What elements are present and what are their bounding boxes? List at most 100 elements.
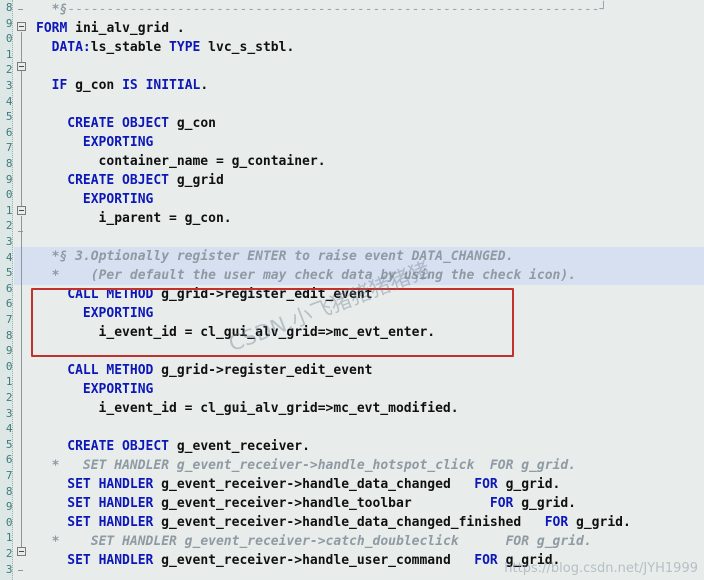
code-line[interactable]: SET HANDLER g_event_receiver->handle_use… [67,551,560,570]
code-token: g_event_receiver->handle_user_command [153,553,475,568]
line-number: 4 [5,251,12,264]
code-line[interactable]: SET HANDLER g_event_receiver->handle_too… [67,494,576,513]
code-line[interactable]: FORM ini_alv_grid . [36,19,185,38]
line-number: 3 [5,563,12,576]
code-line[interactable]: CREATE OBJECT g_con [67,114,216,133]
code-token: i_parent = g_con. [98,211,232,226]
code-token: g_event_receiver->handle_data_changed_fi… [153,515,545,530]
code-token: g_grid. [497,553,561,568]
code-token: INITIAL [145,78,201,93]
code-token: FORM [36,21,68,36]
code-line[interactable]: *§--------------------------------------… [52,0,608,19]
fold-toggle-if[interactable] [17,62,26,71]
line-number: 9 [5,501,12,514]
code-token: *§ [51,2,68,17]
fold-toggle-comment-block-2[interactable] [17,547,26,556]
line-number: 0 [5,189,12,202]
line-number: 5 [5,267,12,280]
line-number: 7 [5,314,12,326]
code-token: CREATE OBJECT [67,439,170,454]
code-token: EXPORTING [82,192,154,207]
line-number: 3 [5,80,12,92]
code-line[interactable]: SET HANDLER g_event_receiver->handle_dat… [67,475,560,494]
code-token: DATA: [51,40,91,55]
line-number: 6 [5,298,12,311]
line-number: 0 [5,360,12,373]
code-token: FOR [474,553,498,568]
fold-toggle-comment-block-1[interactable] [17,206,26,215]
line-number: 7 [5,142,12,155]
line-number: 0 [5,33,12,46]
code-line[interactable]: i_parent = g_con. [99,209,232,228]
code-token: g_con [67,78,123,93]
code-token: g_event_receiver->handle_data_changed [153,477,475,492]
code-token: g_event_receiver. [169,439,310,454]
code-line[interactable]: EXPORTING [83,380,153,399]
line-number: 8 [5,485,12,498]
code-token: FOR [489,496,514,511]
code-token: IS [122,78,138,93]
code-token: g_grid->register_edit_event [153,287,373,302]
code-line[interactable]: CREATE OBJECT g_grid [67,171,224,190]
code-line[interactable]: *§ 3.Optionally register ENTER to raise … [52,247,514,266]
code-token: lvc_s_stbl. [200,40,295,55]
code-token: i_event_id = cl_gui_alv_grid=>mc_evt_mod… [98,401,459,416]
line-number: 1 [5,376,12,389]
line-number: 5 [5,111,12,124]
code-token: SET HANDLER [67,477,154,492]
line-number: 7 [5,470,12,482]
code-content-area[interactable]: *§--------------------------------------… [0,0,704,580]
line-number: 8 [5,2,12,14]
line-number: 6 [5,126,12,139]
fold-guide-line-2 [21,216,22,556]
code-fold-column[interactable] [14,0,36,580]
code-line[interactable]: CALL METHOD g_grid->register_edit_event [67,285,372,304]
code-line[interactable]: EXPORTING [83,190,153,209]
fold-tick-top [18,9,23,10]
code-line[interactable]: * SET HANDLER g_event_receiver->handle_h… [52,456,576,475]
line-number: 4 [5,95,12,108]
code-token: CALL METHOD [67,287,154,302]
code-line[interactable]: DATA:ls_stable TYPE lvc_s_stbl. [52,38,295,57]
code-token: * SET HANDLER g_event_receiver->handle_h… [51,458,577,473]
line-number: 9 [5,345,12,358]
line-number: 2 [5,64,12,77]
code-token: * SET HANDLER g_event_receiver->catch_do… [51,534,592,549]
line-number: 2 [5,392,12,404]
code-token: g_grid. [497,477,561,492]
line-number: 6 [5,454,12,467]
fold-tick-2 [18,570,23,571]
code-token: EXPORTING [82,382,154,397]
code-token: ls_stable [90,40,170,55]
code-line[interactable]: SET HANDLER g_event_receiver->handle_dat… [67,513,631,532]
code-token: container_name = g_container. [98,154,326,169]
code-line[interactable]: i_event_id = cl_gui_alv_grid=>mc_evt_ent… [99,323,436,342]
code-line[interactable]: * (Per default the user may check data b… [52,266,576,285]
code-token: SET HANDLER [67,553,154,568]
code-line[interactable]: IF g_con IS INITIAL. [52,76,209,95]
line-number: 9 [5,173,12,186]
line-number: 3 [5,407,12,420]
code-line[interactable]: i_event_id = cl_gui_alv_grid=>mc_evt_mod… [99,399,459,418]
code-line[interactable]: CREATE OBJECT g_event_receiver. [67,437,310,456]
code-token: CREATE OBJECT [67,116,170,131]
code-token: SET HANDLER [67,515,154,530]
line-number: 4 [5,423,12,436]
code-token: FOR [544,515,569,530]
code-token: ini_alv_grid . [67,21,185,36]
code-line[interactable]: * SET HANDLER g_event_receiver->catch_do… [52,532,592,551]
code-token: *§ 3.Optionally register ENTER to raise … [51,249,514,264]
fold-toggle-form[interactable] [17,22,26,31]
line-number: 5 [5,438,12,451]
code-token: IF [51,78,68,93]
code-line[interactable]: CALL METHOD g_grid->register_edit_event [67,361,372,380]
code-editor-window: 8 9 0 1 2 3 4 5 6 7 8 9 0 1 2 3 4 5 6 6 7 8 9 0 1 2 3 4 5 6 7 8 9 0 1 2 3 *§… [0,0,704,580]
code-line[interactable]: EXPORTING [83,304,153,323]
code-line[interactable]: container_name = g_container. [99,152,326,171]
fold-guide-line [21,32,22,208]
code-token: g_grid->register_edit_event [153,363,373,378]
line-number: 0 [5,516,12,529]
code-token: g_event_receiver->handle_toolbar [153,496,490,511]
code-line[interactable]: EXPORTING [83,133,153,152]
